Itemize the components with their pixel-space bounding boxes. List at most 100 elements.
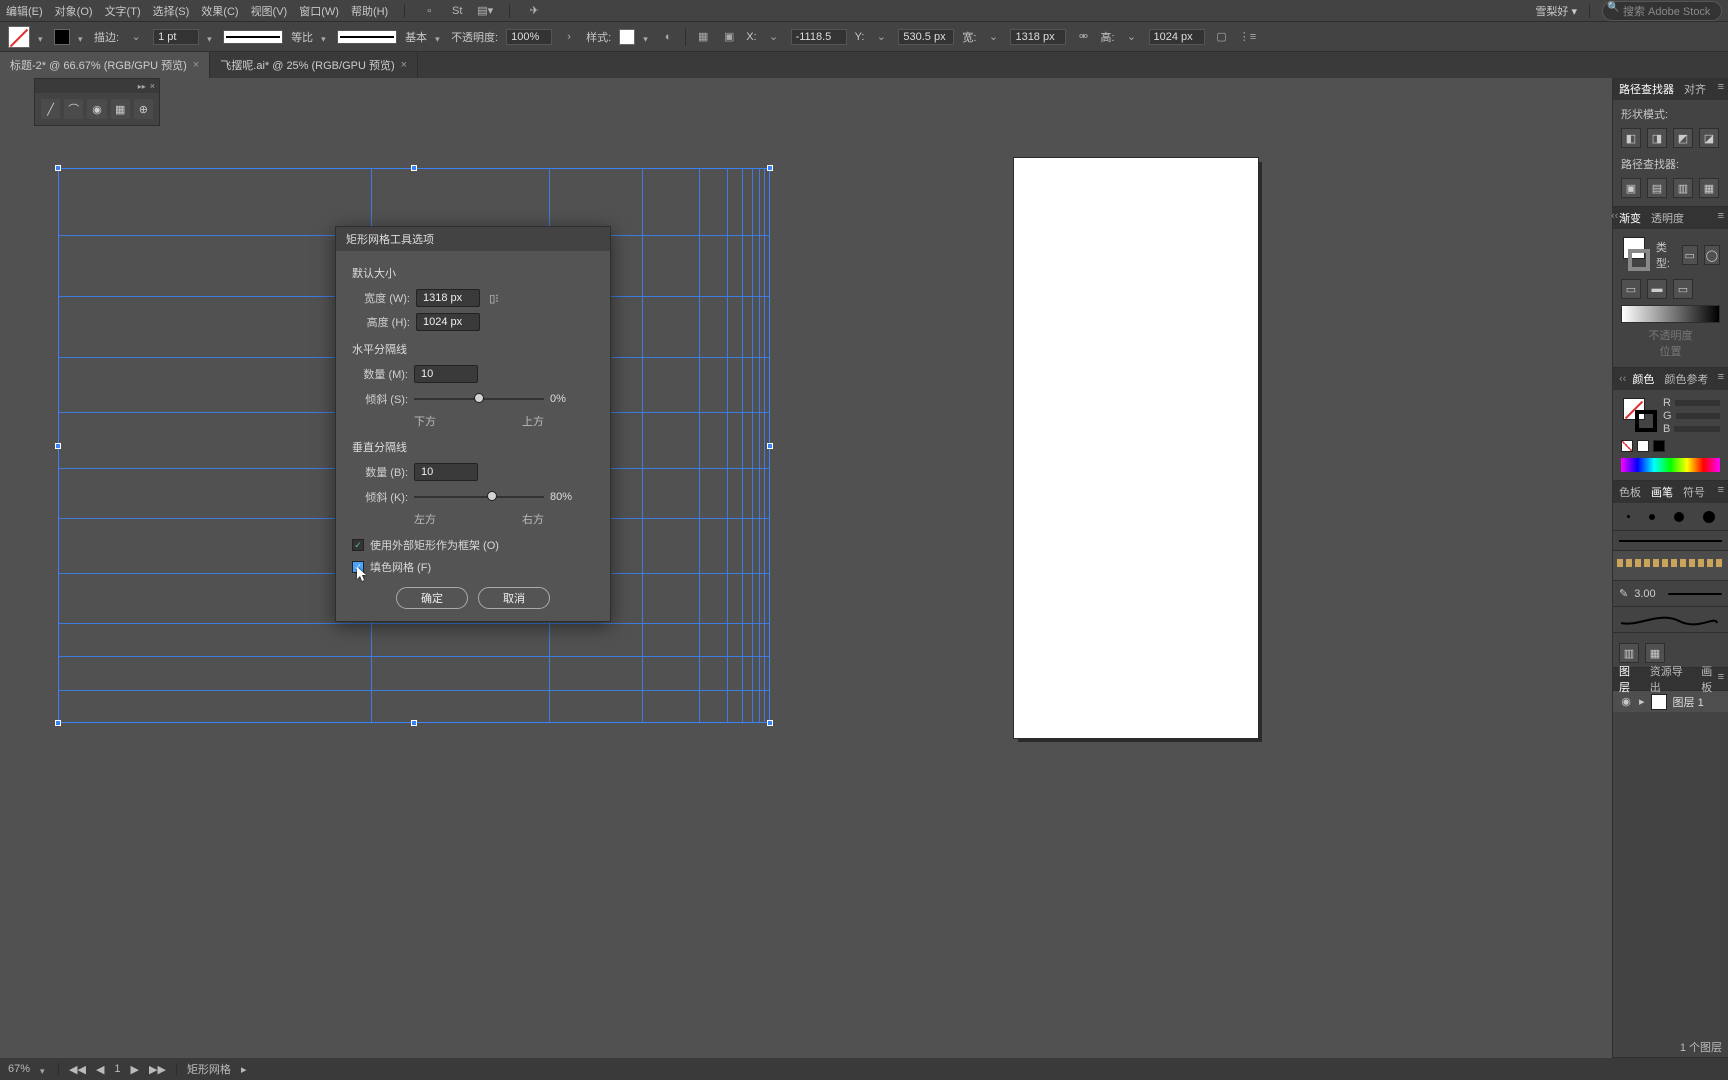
menu-type[interactable]: 文字(T) [105,3,141,19]
tab-align[interactable]: 对齐 [1684,81,1706,97]
none-swatch-icon[interactable] [1621,440,1633,452]
ok-button[interactable]: 确定 [396,587,468,609]
layer-name[interactable]: 图层 1 [1673,694,1704,710]
black-swatch[interactable] [1653,440,1665,452]
fill-stroke-indicator[interactable] [1623,398,1657,432]
stepper-down-icon[interactable]: ⌄ [127,28,145,46]
artboard-nav-prev-icon[interactable]: ◀◀ [69,1063,86,1076]
opacity-input[interactable]: 100% [506,29,552,45]
divide-icon[interactable]: ▣ [1621,178,1641,198]
stepper-icon[interactable]: ⌄ [984,28,1002,46]
width-input[interactable] [416,289,480,307]
y-input[interactable]: 530.5 px [898,29,954,45]
trim-icon[interactable]: ▤ [1647,178,1667,198]
shape-prop-icon[interactable]: ▢ [1213,28,1231,46]
merge-icon[interactable]: ▥ [1673,178,1693,198]
v-count-input[interactable] [414,463,478,481]
radial-grad-icon[interactable]: ◯ [1704,245,1720,265]
tab-swatches[interactable]: 色板 [1619,484,1641,500]
tab-asset-export[interactable]: 资源导出 [1650,663,1692,695]
zoom-level[interactable]: 67% [8,1063,30,1075]
doc-tab-2[interactable]: 飞摆呢.ai* @ 25% (RGB/GPU 预览) × [210,52,418,78]
var-width-dd-icon[interactable] [321,33,329,41]
line-tool-icon[interactable]: ╱ [41,99,60,119]
tab-brushes[interactable]: 画笔 [1651,484,1673,500]
fill-dropdown-icon[interactable] [38,33,46,41]
tab-gradient[interactable]: ‹‹渐变 [1619,210,1641,226]
intersect-icon[interactable]: ◩ [1673,128,1693,148]
link-wh-icon[interactable]: ⚮ [1074,28,1092,46]
unite-icon[interactable]: ◧ [1621,128,1641,148]
height-input[interactable] [416,313,480,331]
stroke-dropdown-icon[interactable] [78,33,86,41]
expand-icon[interactable]: ▸ [1639,695,1645,708]
arrange-icon[interactable]: ▤▾ [477,3,493,19]
h-skew-slider[interactable] [414,389,544,409]
palette-close-icon[interactable]: × [150,81,155,91]
recolor-icon[interactable]: ◐ [659,28,677,46]
menu-select[interactable]: 选择(S) [153,3,190,19]
canvas-workspace[interactable]: ▸▸ × ╱ ⌒ ◉ ▦ ⊕ [0,78,1612,1058]
tab-color-guide[interactable]: 颜色参考 [1664,371,1708,387]
minus-front-icon[interactable]: ◨ [1647,128,1667,148]
artboard-blank[interactable] [1014,158,1258,738]
menu-effect[interactable]: 效果(C) [201,3,238,19]
style-dd-icon[interactable] [643,33,651,41]
h-input[interactable]: 1024 px [1149,29,1205,45]
gradient-bar[interactable] [1621,305,1720,323]
w-input[interactable]: 1318 px [1010,29,1066,45]
stroke-weight-dd-icon[interactable] [207,33,215,41]
cloud-doc-icon[interactable]: ▫ [421,3,437,19]
zoom-dd-icon[interactable] [40,1065,48,1073]
palette-collapse-icon[interactable]: ▸▸ [138,82,146,91]
more-icon[interactable]: ⋮≡ [1239,28,1257,46]
calligraphic-brush-sample[interactable] [1619,613,1719,627]
pattern-brush-sample[interactable] [1613,551,1728,581]
stroke-grad-3-icon[interactable]: ▭ [1673,279,1693,299]
fill-grid-checkbox[interactable]: ✓ 填色网格 (F) [352,559,594,575]
menu-object[interactable]: 对象(O) [55,3,93,19]
artboard-nav-fwd-icon[interactable]: ▶ [131,1063,139,1076]
menu-window[interactable]: 窗口(W) [299,3,339,19]
style-swatch[interactable] [619,29,635,45]
tab-pathfinder[interactable]: 路径查找器 [1619,81,1674,97]
artboard-number[interactable]: 1 [114,1063,120,1075]
doc-tab-1[interactable]: 标题-2* @ 66.67% (RGB/GPU 预览) × [0,52,210,78]
menu-help[interactable]: 帮助(H) [351,3,388,19]
tab-symbols[interactable]: 符号 [1683,484,1705,500]
variable-width-profile[interactable] [223,30,283,44]
use-outer-rect-checkbox[interactable]: ✓ 使用外部矩形作为框架 (O) [352,537,594,553]
fill-swatch[interactable] [8,26,30,48]
share-icon[interactable]: ✈ [526,3,542,19]
transform-icon[interactable]: ▣ [720,28,738,46]
stroke-swatch[interactable] [54,29,70,45]
drawing-tools-palette[interactable]: ▸▸ × ╱ ⌒ ◉ ▦ ⊕ [34,78,160,126]
polar-grid-tool-icon[interactable]: ⊕ [134,99,153,119]
gradient-fillstroke[interactable] [1623,237,1650,271]
stepper-icon[interactable]: ⌄ [872,28,890,46]
artboard-nav-next-icon[interactable]: ▶▶ [149,1063,166,1076]
brush-definition[interactable] [337,30,397,44]
panel-menu-icon[interactable]: ≡ [1718,671,1724,683]
panel-menu-icon[interactable]: ≡ [1718,210,1724,222]
close-tab-icon[interactable]: × [401,59,407,71]
x-input[interactable]: -1118.5 [791,29,847,45]
tab-color[interactable]: 颜色 [1632,371,1654,387]
arc-tool-icon[interactable]: ⌒ [64,99,83,119]
tab-transparency[interactable]: 透明度 [1651,210,1684,226]
brush-libs-icon[interactable]: ▥ [1619,643,1639,663]
stroke-grad-2-icon[interactable]: ▬ [1647,279,1667,299]
panel-menu-icon[interactable]: ≡ [1718,371,1724,383]
stepper-icon[interactable]: ⌄ [765,28,783,46]
panel-menu-icon[interactable]: ≡ [1718,81,1724,93]
brush-row[interactable]: ✎ 3.00 [1613,581,1728,607]
exclude-icon[interactable]: ◪ [1699,128,1719,148]
h-count-input[interactable] [414,365,478,383]
user-menu[interactable]: 雪梨好 ▾ [1535,3,1577,19]
visibility-icon[interactable]: ◉ [1619,695,1633,708]
brush-dd-icon[interactable] [435,33,443,41]
spiral-tool-icon[interactable]: ◉ [87,99,106,119]
linear-grad-icon[interactable]: ▭ [1682,245,1698,265]
artboard-nav-back-icon[interactable]: ◀ [96,1063,104,1076]
crop-icon[interactable]: ▦ [1699,178,1719,198]
